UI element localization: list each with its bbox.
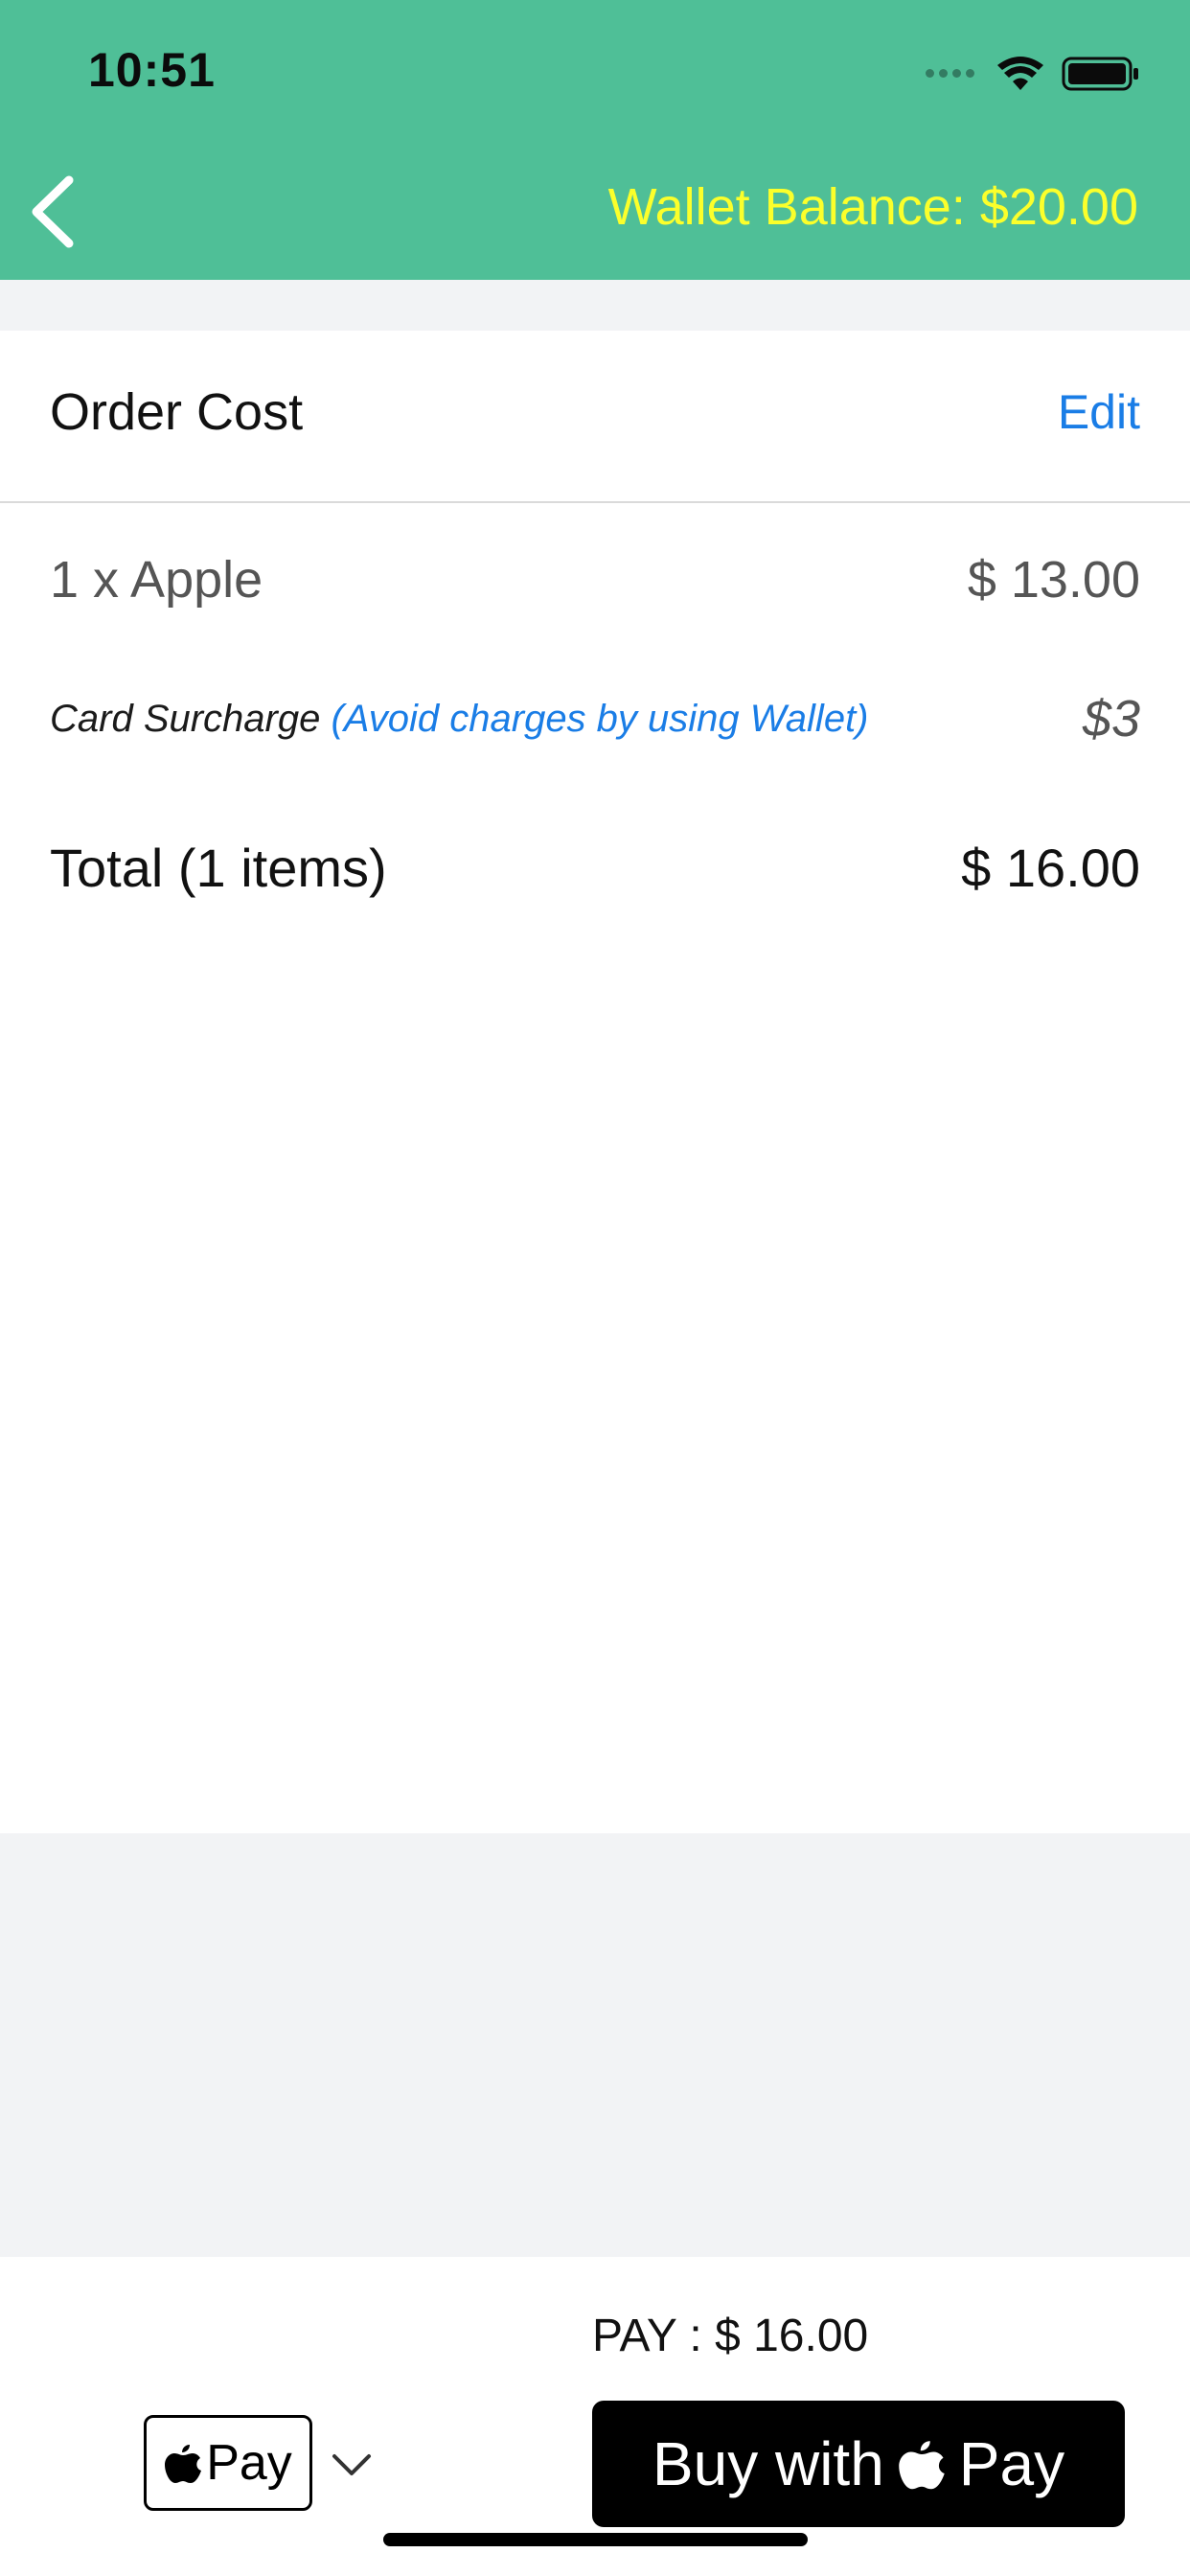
surcharge-label-text: Card Surcharge (50, 697, 332, 740)
apple-logo-icon (165, 2445, 202, 2483)
surcharge-note: (Avoid charges by using Wallet) (331, 697, 869, 740)
edit-button[interactable]: Edit (1058, 384, 1140, 440)
apple-pay-mark-text: Pay (206, 2435, 292, 2491)
status-icons (926, 50, 1140, 98)
wallet-balance: Wallet Balance: $20.00 (607, 178, 1138, 236)
total-value: $ 16.00 (961, 837, 1140, 898)
signal-dots-icon (926, 65, 979, 82)
order-cost-row: Order Cost Edit (50, 374, 1140, 450)
back-button[interactable] (19, 169, 96, 255)
buy-with-apple-pay-button[interactable]: Buy with Pay (592, 2401, 1125, 2527)
chevron-left-icon (32, 175, 74, 248)
surcharge-label: Card Surcharge (Avoid charges by using W… (50, 698, 869, 741)
payment-method-dropdown[interactable] (330, 2449, 374, 2481)
apple-pay-mark: Pay (144, 2415, 312, 2511)
buy-button-label: Buy with (652, 2429, 884, 2498)
divider (0, 501, 1190, 503)
total-row: Total (1 items) $ 16.00 (50, 824, 1140, 910)
order-cost-title: Order Cost (50, 383, 304, 441)
item-name: 1 x Apple (50, 551, 263, 609)
chevron-down-icon (332, 2454, 371, 2475)
card-surcharge-row: Card Surcharge (Avoid charges by using W… (50, 685, 1140, 752)
apple-logo-icon (899, 2441, 945, 2490)
buy-button-pay: Pay (958, 2429, 1065, 2498)
item-price: $ 13.00 (967, 551, 1140, 609)
total-label: Total (1 items) (50, 837, 387, 898)
status-time: 10:51 (88, 43, 216, 97)
payment-bar: PAY : $ 16.00 Pay Buy with Pay (0, 2257, 1190, 2576)
list-item: 1 x Apple $ 13.00 (50, 537, 1140, 623)
battery-icon (1062, 57, 1138, 91)
surcharge-value: $3 (1082, 690, 1140, 748)
header-bar: 10:51 Wallet Balance: $20.00 (0, 0, 1190, 280)
home-indicator (383, 2533, 808, 2546)
order-summary-card: Order Cost Edit 1 x Apple $ 13.00 Card S… (0, 331, 1190, 1833)
wifi-icon (997, 57, 1043, 90)
pay-total: PAY : $ 16.00 (592, 2311, 869, 2361)
